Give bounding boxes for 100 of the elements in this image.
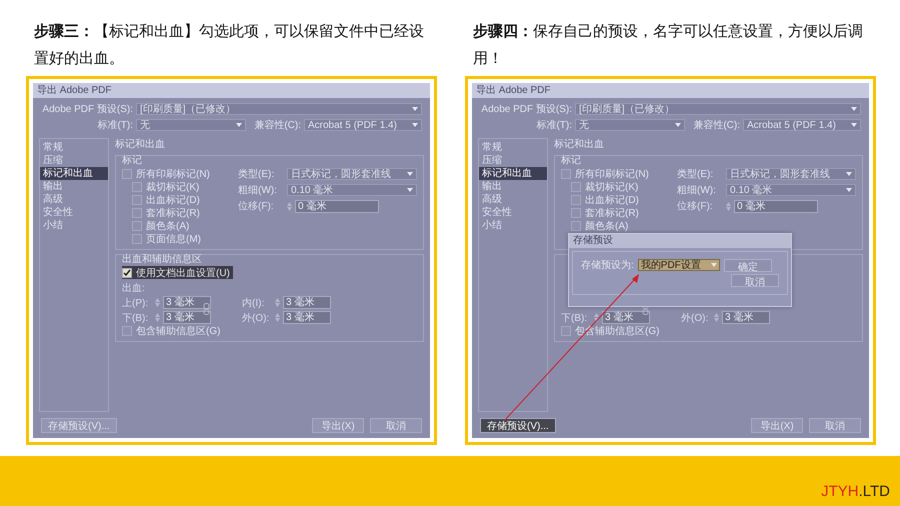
dialog-title: 导出 Adobe PDF	[37, 85, 112, 96]
checkbox-label: 颜色条(A)	[146, 220, 190, 232]
sidebar-item[interactable]: 常规	[40, 141, 108, 154]
spinner-icon[interactable]	[287, 202, 292, 210]
checkbox-label: 颜色条(A)	[585, 220, 628, 232]
chain-link-icon[interactable]	[203, 303, 210, 315]
sidebar-item[interactable]: 安全性	[479, 206, 547, 219]
field-label: 上(P):	[122, 296, 150, 310]
weight-dropdown[interactable]: 0.10 毫米	[287, 184, 417, 196]
dialog-button[interactable]: 导出(X)	[751, 418, 803, 432]
checkbox-label: 套准标记(R)	[146, 206, 200, 220]
sidebar-item[interactable]: 小结	[40, 219, 108, 232]
field-label: 粗细(W):	[677, 184, 717, 197]
dropdown-arrow-icon	[412, 107, 418, 111]
sidebar-item[interactable]: 压缩	[479, 154, 547, 167]
checkbox[interactable]	[132, 234, 142, 244]
dropdown-arrow-icon	[846, 188, 852, 192]
checkbox-label: 出血标记(D)	[585, 194, 639, 206]
bleed-field[interactable]: 3 毫米	[283, 311, 331, 324]
dialog-button[interactable]: 取消	[370, 418, 422, 432]
sidebar-item[interactable]: 高级	[479, 193, 547, 206]
bleed-field[interactable]: 3 毫米	[163, 311, 211, 324]
compatibility-dropdown[interactable]: Acrobat 5 (PDF 1.4)	[743, 119, 861, 131]
checkbox-label: 出血标记(D)	[146, 194, 200, 206]
checkbox[interactable]	[561, 168, 571, 178]
checkbox[interactable]	[571, 220, 581, 230]
field-label: 类型(E):	[238, 168, 276, 181]
dialog-title: 导出 Adobe PDF	[476, 85, 550, 96]
offset-field[interactable]: 0 毫米	[295, 200, 379, 212]
checkbox-label: 包含辅助信息区(G)	[136, 324, 220, 338]
dialog-button[interactable]: 导出(X)	[312, 418, 364, 432]
checkbox[interactable]	[132, 194, 142, 204]
spinner-icon[interactable]	[155, 313, 160, 322]
weight-dropdown[interactable]: 0.10 毫米	[726, 184, 856, 196]
standard-dropdown[interactable]: 无	[136, 119, 246, 131]
dropdown-arrow-icon	[710, 263, 717, 267]
checkbox-label: 所有印刷标记(N)	[136, 168, 210, 180]
field-label: 出血:	[122, 282, 146, 295]
dropdown-arrow-icon	[675, 123, 681, 127]
spinner-icon[interactable]	[594, 313, 599, 322]
step-caption: 步骤四：保存自己的预设，名字可以任意设置，方便以后调用！	[472, 22, 864, 69]
type-dropdown[interactable]: 日式标记，圆形套准线	[726, 168, 856, 180]
dropdown-arrow-icon	[407, 188, 413, 192]
offset-field[interactable]: 0 毫米	[734, 200, 818, 212]
cancel-button[interactable]: 取消	[731, 274, 779, 287]
sidebar-item[interactable]: 小结	[479, 219, 547, 232]
checkbox[interactable]	[571, 182, 581, 192]
field-label: 类型(E):	[677, 168, 714, 181]
spinner-icon[interactable]	[155, 298, 160, 307]
field-label: 外(O):	[242, 312, 270, 324]
section-title: 标记和出血	[554, 138, 605, 151]
sidebar-item[interactable]: 常规	[479, 141, 547, 154]
checkbox-label: 页面信息(M)	[146, 232, 201, 246]
bleed-field[interactable]: 3 毫米	[722, 311, 770, 324]
field-label: 位移(F):	[238, 200, 275, 213]
dropdown-arrow-icon	[407, 172, 413, 176]
sidebar-item[interactable]: 压缩	[40, 154, 108, 167]
dialog-button[interactable]: 取消	[809, 418, 861, 432]
standard-dropdown[interactable]: 无	[575, 119, 685, 131]
checkbox[interactable]	[571, 194, 581, 204]
checkbox-label: 裁切标记(K)	[146, 180, 200, 194]
sidebar-item[interactable]: 高级	[40, 193, 108, 206]
field-label: 存储预设为:	[581, 258, 634, 272]
spinner-icon[interactable]	[714, 313, 719, 322]
checkbox[interactable]	[122, 268, 132, 278]
field-label: 下(B):	[561, 312, 588, 324]
sidebar-item[interactable]: 输出	[40, 180, 108, 193]
ok-button[interactable]: 确定	[724, 258, 772, 272]
group-label: 标记	[122, 155, 142, 167]
bleed-field[interactable]: 3 毫米	[283, 296, 331, 309]
checkbox-label: 套准标记(R)	[585, 206, 639, 220]
checkbox[interactable]	[122, 168, 132, 178]
checkbox[interactable]	[132, 220, 142, 230]
bleed-field[interactable]: 3 毫米	[602, 311, 650, 324]
field-label: 标准(T):	[535, 118, 572, 132]
spinner-icon[interactable]	[726, 202, 731, 210]
dialog-button[interactable]: 存储预设(V)...	[41, 418, 117, 432]
checkbox[interactable]	[571, 208, 581, 218]
type-dropdown[interactable]: 日式标记，圆形套准线	[287, 168, 417, 180]
checkbox[interactable]	[122, 326, 132, 336]
sidebar-item[interactable]: 标记和出血	[479, 167, 547, 180]
sidebar-item[interactable]: 输出	[479, 180, 547, 193]
dropdown-arrow-icon	[236, 123, 242, 127]
preset-name-field[interactable]: 我的PDF设置	[638, 259, 720, 271]
field-label: 兼容性(C):	[254, 118, 301, 132]
compatibility-dropdown[interactable]: Acrobat 5 (PDF 1.4)	[304, 119, 422, 131]
checkbox[interactable]	[132, 182, 142, 192]
checkbox[interactable]	[561, 326, 571, 336]
bleed-field[interactable]: 3 毫米	[163, 296, 211, 309]
preset-dropdown[interactable]: [印刷质量]（已修改）	[136, 103, 422, 115]
spinner-icon[interactable]	[275, 298, 280, 307]
spinner-icon[interactable]	[275, 313, 280, 322]
dialog-button[interactable]: 存储预设(V)...	[480, 418, 556, 432]
checkbox-label: 所有印刷标记(N)	[575, 168, 649, 180]
field-label: 外(O):	[681, 312, 710, 324]
preset-dropdown[interactable]: [印刷质量]（已修改）	[575, 103, 861, 115]
checkbox[interactable]	[132, 208, 142, 218]
dropdown-arrow-icon	[412, 123, 418, 127]
sidebar-item[interactable]: 安全性	[40, 206, 108, 219]
sidebar-item[interactable]: 标记和出血	[40, 167, 108, 180]
